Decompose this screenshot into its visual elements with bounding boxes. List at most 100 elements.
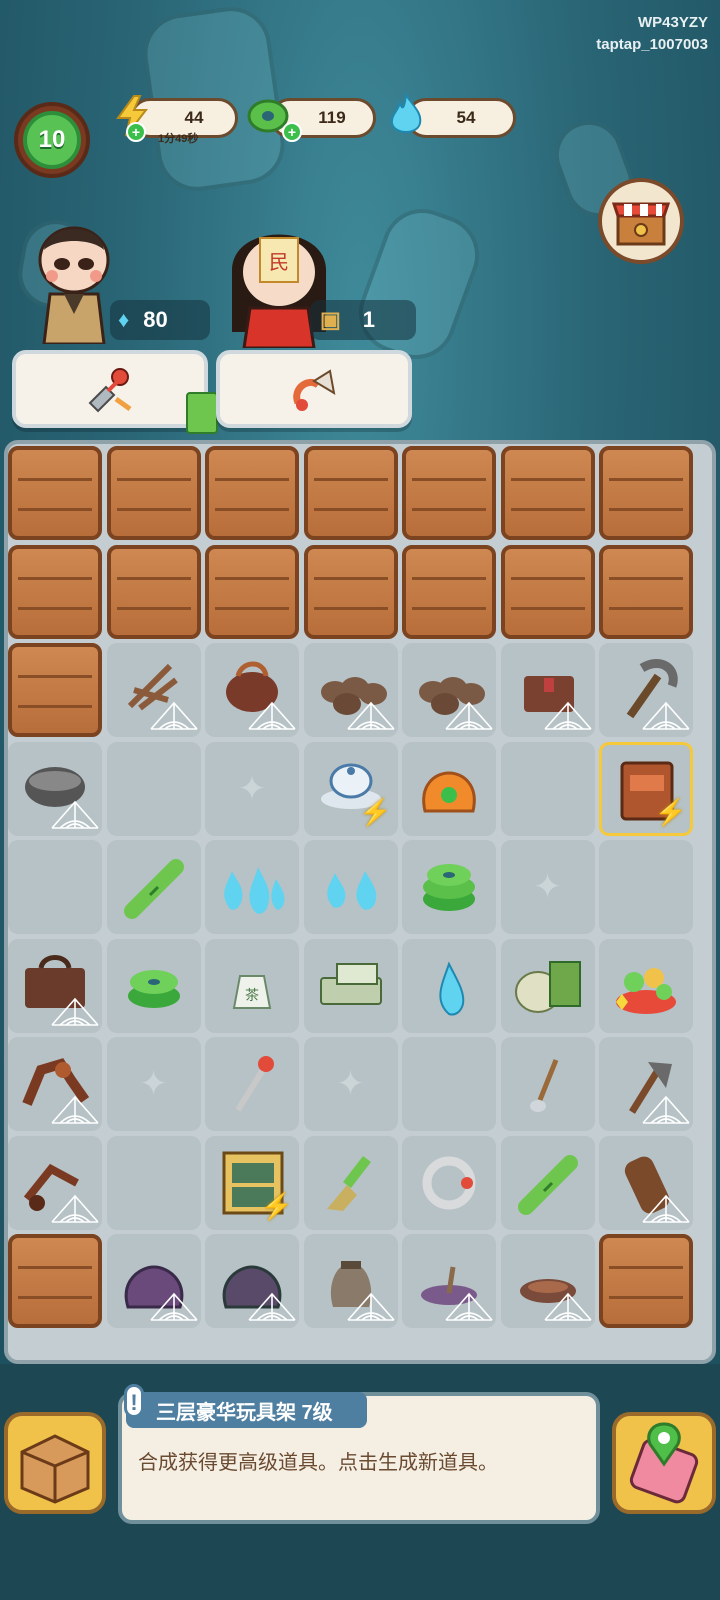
empty-cell[interactable]: ✦ xyxy=(205,741,299,836)
webbed-pickaxe-cell[interactable] xyxy=(599,643,693,737)
blue-flames-2-icon xyxy=(326,871,376,910)
webbed-incense-cell[interactable] xyxy=(402,1234,496,1328)
treasure-bowl-cell[interactable] xyxy=(599,938,693,1033)
lucky-bag-cell[interactable] xyxy=(402,741,496,836)
phone-map-icon xyxy=(629,1422,699,1504)
webbed-sack-2-cell[interactable] xyxy=(205,1234,299,1328)
bamboo-2-cell[interactable] xyxy=(500,1135,595,1230)
jade-coins-2-cell[interactable] xyxy=(106,938,201,1033)
cobweb-icon xyxy=(248,1292,296,1321)
locked-crate-cell[interactable] xyxy=(402,544,496,639)
cobweb-icon xyxy=(642,1095,690,1124)
item-description: 合成获得更高级道具。点击生成新道具。 xyxy=(138,1452,498,1474)
cobweb-icon xyxy=(642,701,690,730)
toy-shelf-cell[interactable]: ⚡ xyxy=(205,1135,299,1230)
spoon-cell[interactable] xyxy=(500,1037,595,1131)
treasure-bowl-icon xyxy=(616,967,676,1014)
empty-cell[interactable] xyxy=(599,840,693,934)
cobweb-icon xyxy=(445,701,493,730)
brush-cell[interactable] xyxy=(303,1135,398,1230)
level-badge[interactable]: 10 xyxy=(14,102,90,178)
locked-crate-cell[interactable] xyxy=(599,1234,693,1328)
bamboo-cell[interactable] xyxy=(106,840,201,934)
locked-crate-cell[interactable] xyxy=(205,544,299,639)
locked-crate-cell[interactable] xyxy=(303,446,398,540)
empty-cell[interactable]: ✦ xyxy=(500,840,595,934)
tea-bag-icon: 茶 xyxy=(232,974,272,1009)
inventory-box-button[interactable] xyxy=(4,1412,106,1514)
add-coins-button[interactable]: + xyxy=(282,122,302,142)
locked-crate-cell[interactable] xyxy=(8,1234,102,1328)
webbed-trunk-cell[interactable] xyxy=(8,938,102,1033)
empty-cell[interactable] xyxy=(8,840,102,934)
tea-brick-cell[interactable] xyxy=(500,938,595,1033)
girl-counter-value: 1 xyxy=(362,307,376,332)
locked-crate-cell[interactable] xyxy=(8,446,102,540)
tea-box-cell[interactable] xyxy=(303,938,398,1033)
locked-crate-cell[interactable] xyxy=(500,446,595,540)
webbed-pot-cell[interactable] xyxy=(8,741,102,836)
cobweb-icon xyxy=(642,1194,690,1223)
webbed-axe-cell[interactable] xyxy=(599,1037,693,1131)
blue-flames-cell[interactable] xyxy=(205,840,299,934)
empty-cell[interactable]: ✦ xyxy=(303,1037,398,1131)
merge-grid: ✦ ⚡ ⚡ ✦ 茶 ✦ ✦ ⚡ xyxy=(8,446,712,1346)
locked-crate-cell[interactable] xyxy=(500,544,595,639)
webbed-chest-cell[interactable] xyxy=(500,643,595,737)
empty-cell[interactable] xyxy=(106,1135,201,1230)
webbed-horse-cell[interactable] xyxy=(8,1037,102,1131)
locked-crate-cell[interactable] xyxy=(8,643,102,737)
webbed-sack-cell[interactable] xyxy=(106,1234,201,1328)
webbed-sticks-cell[interactable] xyxy=(106,643,201,737)
cabinet-cell[interactable]: ⚡ xyxy=(599,741,693,836)
bamboo-2-icon xyxy=(517,1154,578,1215)
blue-flames-2-cell[interactable] xyxy=(303,840,398,934)
locked-crate-cell[interactable] xyxy=(303,544,398,639)
locked-crate-cell[interactable] xyxy=(599,544,693,639)
background-rock xyxy=(347,197,491,371)
jade-coins-2-icon xyxy=(127,969,180,1008)
add-energy-button[interactable]: + xyxy=(126,122,146,142)
empty-cell[interactable] xyxy=(402,1037,496,1131)
map-button[interactable] xyxy=(612,1412,716,1514)
webbed-buns-cell[interactable] xyxy=(402,643,496,737)
shop-button[interactable] xyxy=(598,178,684,264)
blue-flame-icon xyxy=(384,93,428,138)
jade-coins-cell[interactable] xyxy=(402,840,496,934)
svg-text:民: 民 xyxy=(269,250,289,274)
cobweb-icon xyxy=(346,701,395,730)
locked-crate-cell[interactable] xyxy=(106,446,201,540)
locked-crate-cell[interactable] xyxy=(402,446,496,540)
empty-cell[interactable] xyxy=(106,741,201,836)
teaset-cell[interactable]: ⚡ xyxy=(303,741,398,836)
locked-crate-cell[interactable] xyxy=(106,544,201,639)
blue-flame-icon xyxy=(439,960,465,1015)
chisel-cell[interactable] xyxy=(205,1037,299,1131)
girl-order-counter: ▣ 1 xyxy=(310,300,416,340)
webbed-buns-cell[interactable] xyxy=(303,643,398,737)
webbed-bag-cell[interactable] xyxy=(205,643,299,737)
locked-crate-cell[interactable] xyxy=(205,446,299,540)
blue-flame-cell[interactable] xyxy=(402,938,496,1033)
ring-cell[interactable] xyxy=(402,1135,496,1230)
cobweb-icon xyxy=(149,1292,198,1321)
locked-crate-cell[interactable] xyxy=(599,446,693,540)
empty-cell[interactable] xyxy=(500,741,595,836)
order-card-2[interactable] xyxy=(216,350,412,428)
lucky-bag-icon xyxy=(422,770,476,812)
energy-timer: 1分49秒 xyxy=(158,133,199,145)
ring-icon xyxy=(422,1156,476,1209)
empty-cell[interactable]: ✦ xyxy=(106,1037,201,1131)
sparkle-icon: ✦ xyxy=(139,1065,168,1103)
tea-bag-cell[interactable]: 茶 xyxy=(205,938,299,1033)
cobweb-icon xyxy=(543,1292,592,1321)
webbed-wheelbarrow-cell[interactable] xyxy=(8,1135,102,1230)
webbed-bowl-cell[interactable] xyxy=(500,1234,595,1328)
order-card-1[interactable] xyxy=(12,350,208,428)
monk-child-character[interactable] xyxy=(34,214,114,346)
webbed-jar-cell[interactable] xyxy=(303,1234,398,1328)
webbed-drum-cell[interactable] xyxy=(599,1135,693,1230)
cobweb-icon xyxy=(51,800,99,829)
locked-crate-cell[interactable] xyxy=(8,544,102,639)
cobweb-icon xyxy=(51,1095,99,1124)
